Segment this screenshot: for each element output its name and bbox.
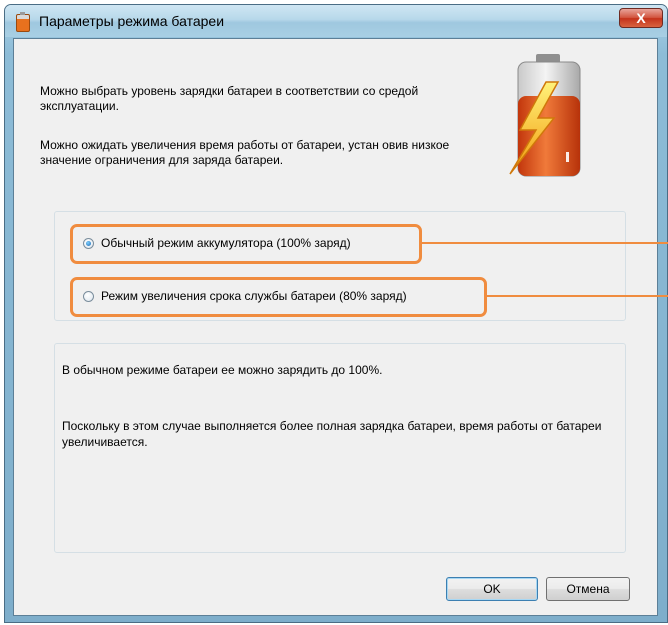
- description-text-2: Можно ожидать увеличения время работы от…: [40, 138, 450, 167]
- battery-icon: [16, 12, 30, 32]
- info-text-2: Поскольку в этом случае выполняется боле…: [62, 419, 602, 449]
- ok-button[interactable]: OK: [446, 577, 538, 601]
- callout-line-1: [422, 242, 668, 244]
- battery-charging-icon: [509, 54, 581, 177]
- highlight-extended-mode: [70, 277, 487, 317]
- close-button[interactable]: X: [619, 8, 663, 28]
- highlight-normal-mode: [70, 224, 422, 264]
- info-text-1: В обычном режиме батареи ее можно заряди…: [62, 363, 383, 377]
- callout-line-2: [487, 295, 668, 297]
- description-text-1: Можно выбрать уровень зарядки батареи в …: [40, 84, 419, 113]
- cancel-button[interactable]: Отмена: [546, 577, 630, 601]
- title-bar[interactable]: Параметры режима батареи X: [5, 5, 667, 37]
- window-title: Параметры режима батареи: [39, 13, 225, 29]
